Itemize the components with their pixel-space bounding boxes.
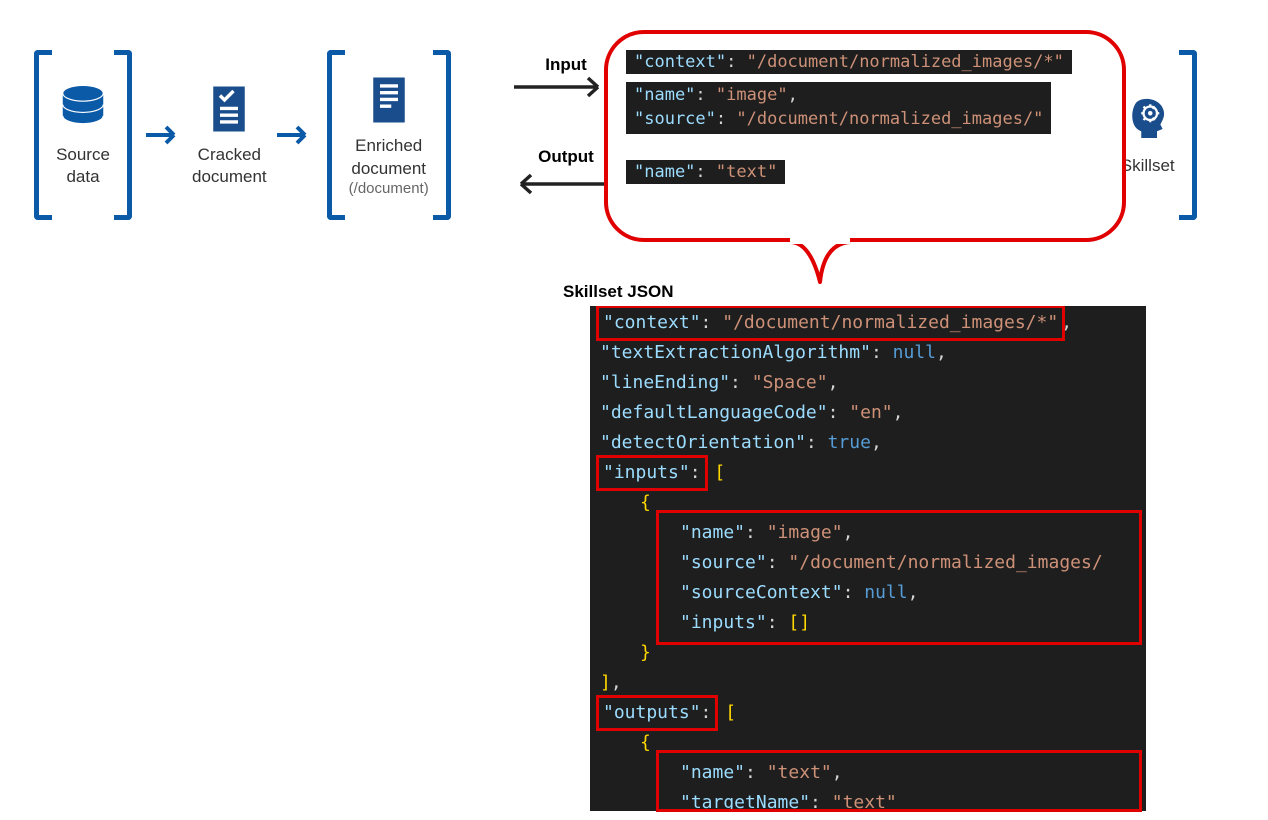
arrow-input <box>512 75 607 99</box>
bubble-context: "context": "/document/normalized_images/… <box>626 50 1072 74</box>
bubble-input-block: "name": "image", "source": "/document/no… <box>626 82 1051 134</box>
callout-bubble: "context": "/document/normalized_images/… <box>604 30 1126 242</box>
output-label: Output <box>530 147 602 167</box>
step-enriched: Enriched document (/document) <box>349 73 429 196</box>
skillset-label: Skillset <box>1121 155 1175 177</box>
document-lines-icon <box>362 73 416 127</box>
input-label: Input <box>530 55 602 75</box>
json-heading: Skillset JSON <box>563 282 674 302</box>
enriched-label: Enriched document <box>351 135 426 179</box>
arrow-2 <box>275 123 315 147</box>
source-label: Source data <box>56 144 110 188</box>
database-icon <box>56 82 110 136</box>
bubble-tail <box>780 238 860 288</box>
arrow-1 <box>144 123 184 147</box>
cracked-label: Cracked document <box>192 144 267 188</box>
bubble-output-name: "name": "text" <box>626 160 785 184</box>
skillset-json-code: "context": "/document/normalized_images/… <box>590 306 1146 811</box>
head-gear-icon <box>1121 93 1175 147</box>
step-source: Source data <box>56 82 110 188</box>
step-skillset: Skillset <box>1121 93 1175 177</box>
enriched-sub: (/document) <box>349 180 429 197</box>
step-cracked: Cracked document <box>192 82 267 188</box>
document-check-icon <box>202 82 256 136</box>
arrow-output <box>512 172 607 196</box>
